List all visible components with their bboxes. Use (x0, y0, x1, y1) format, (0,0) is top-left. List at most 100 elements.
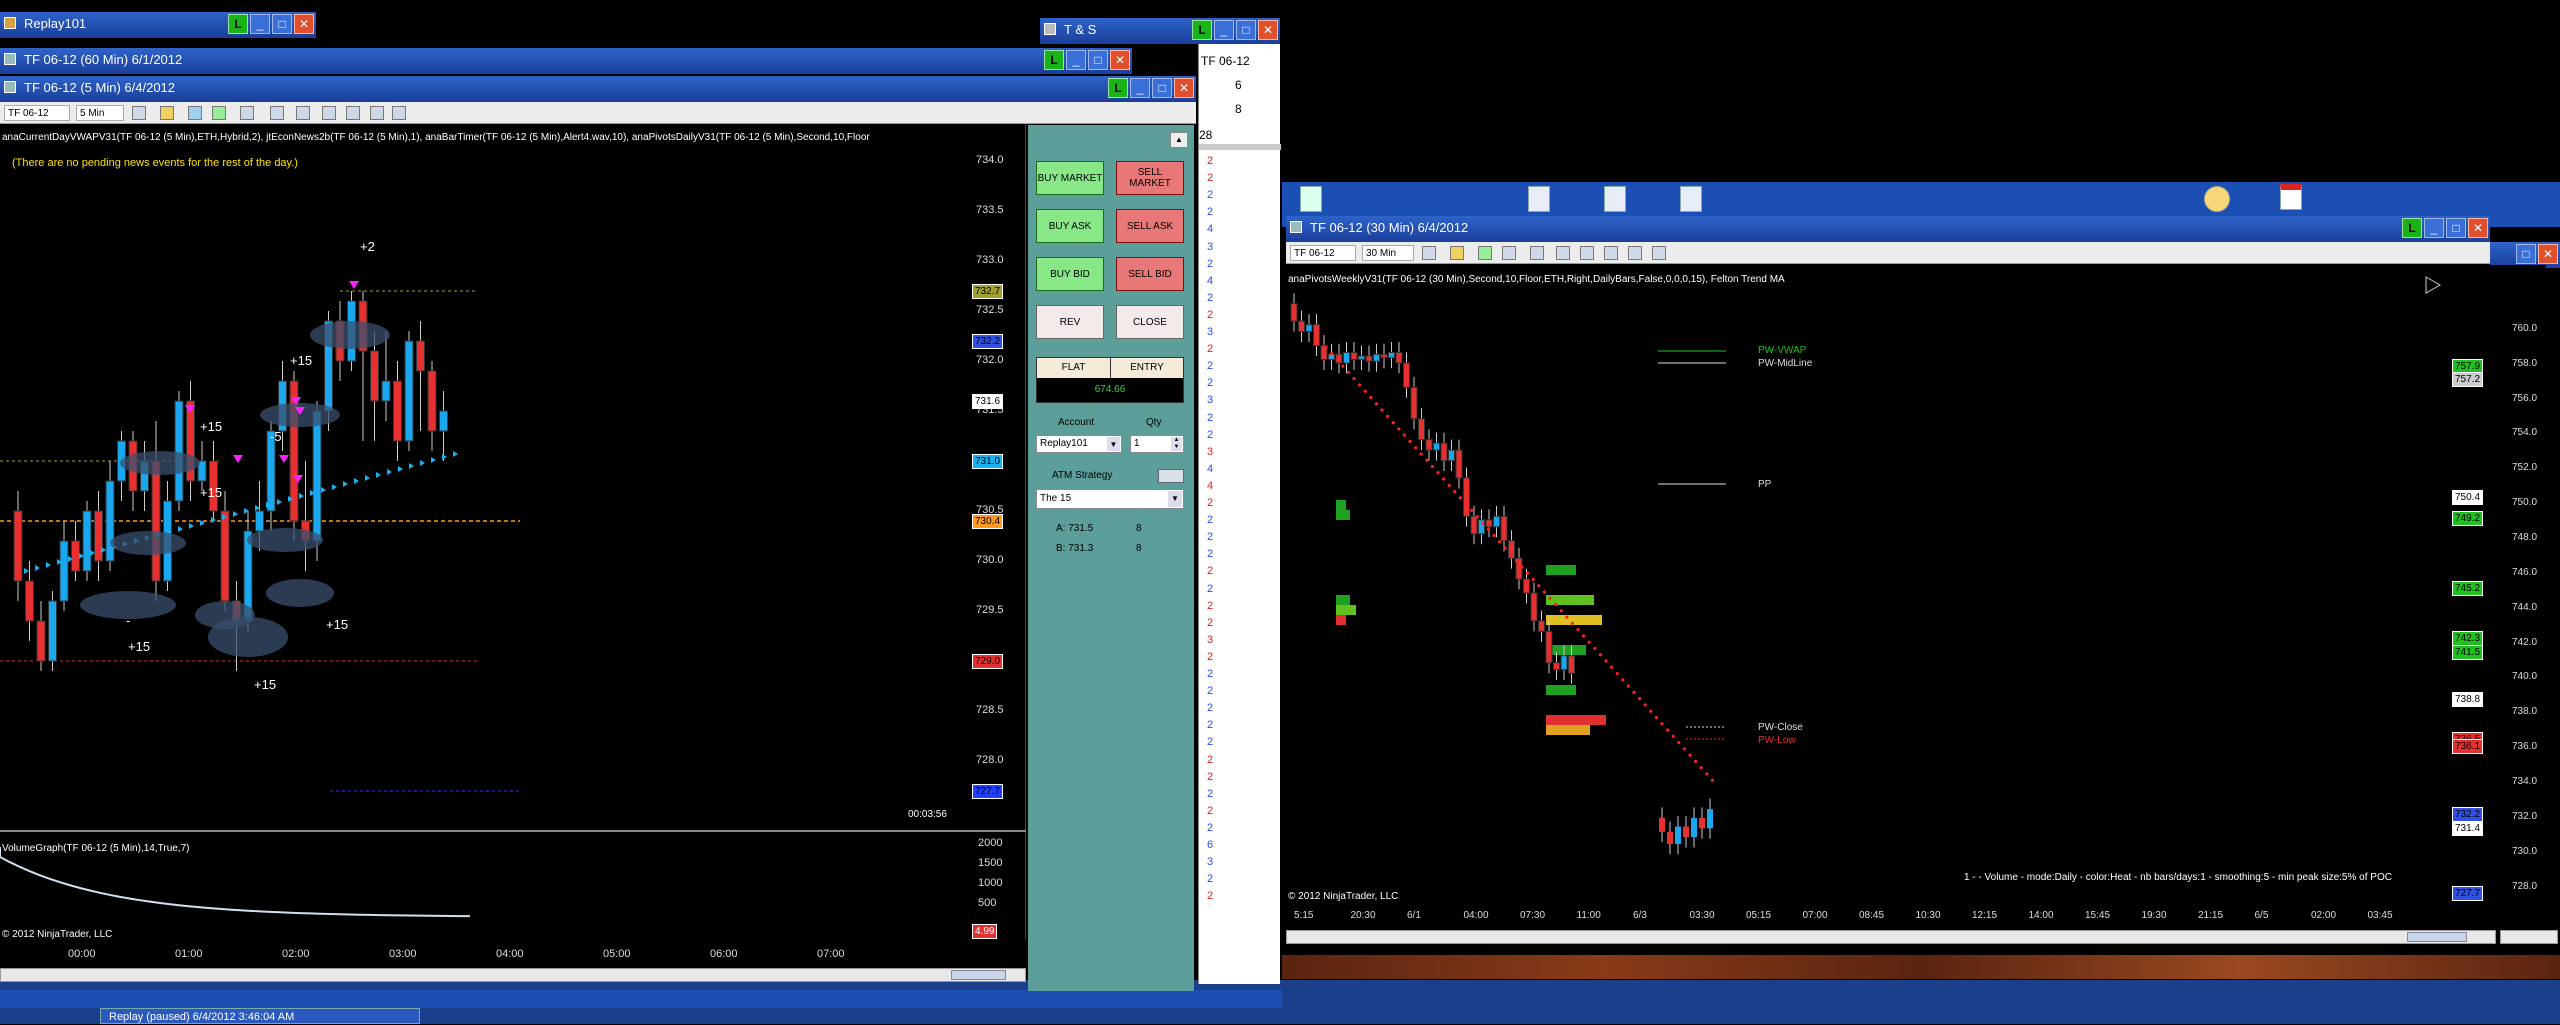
chevron-down-icon[interactable]: ▼ (1168, 491, 1182, 507)
x-tick-label: 6/3 (1633, 910, 1647, 921)
link-button[interactable]: L (1192, 20, 1212, 40)
strategies-icon[interactable] (1604, 246, 1618, 260)
horizontal-scrollbar[interactable] (0, 968, 1026, 982)
indicators-icon[interactable] (322, 106, 336, 120)
candle (1350, 352, 1358, 360)
properties-icon[interactable] (1556, 246, 1570, 260)
strategies-icon[interactable] (346, 106, 360, 120)
minimize-icon[interactable]: _ (1130, 78, 1150, 98)
pencil-icon[interactable] (160, 106, 174, 120)
bar-type-icon[interactable] (132, 106, 146, 120)
buy-ask-button[interactable]: BUY ASK (1036, 209, 1104, 243)
close-icon[interactable]: ✕ (294, 14, 314, 34)
chart-toolbar-5min: TF 06-12 5 Min (0, 102, 1196, 124)
link-button[interactable]: L (228, 14, 248, 34)
draw-icon[interactable] (1478, 246, 1492, 260)
maximize-icon[interactable]: □ (1236, 20, 1256, 40)
link-button[interactable]: L (2402, 218, 2422, 238)
instrument-selector[interactable]: TF 06-12 (4, 105, 70, 121)
pencil-icon[interactable] (1450, 246, 1464, 260)
close-icon[interactable]: ✕ (2538, 244, 2558, 264)
maximize-icon[interactable]: □ (2516, 244, 2536, 264)
trend-ma-dot (1391, 420, 1395, 425)
interval-selector[interactable]: 5 Min (76, 105, 124, 121)
chevron-down-icon[interactable]: ▼ (1107, 437, 1120, 451)
chart-panel-30min[interactable]: anaPivotsWeeklyV31(TF 06-12 (30 Min),Sec… (1286, 265, 2546, 929)
draw-icon[interactable] (188, 106, 202, 120)
template-icon[interactable] (392, 106, 406, 120)
vwap-dot (46, 562, 51, 568)
qty-stepper[interactable]: 1 ▲ ▼ (1130, 435, 1184, 453)
ts-window-titlebar[interactable]: T & S L _ □ ✕ (1040, 18, 1280, 44)
ts-row: 2 (1207, 411, 1214, 424)
chart-panel-5min[interactable]: anaCurrentDayVWAPV31(TF 06-12 (5 Min),ET… (0, 125, 1026, 970)
link-button[interactable]: L (1108, 78, 1128, 98)
desktop-file-icon[interactable] (1528, 186, 1550, 212)
window-60min-titlebar[interactable]: TF 06-12 (60 Min) 6/1/2012 L _ □ ✕ (0, 48, 1132, 74)
maximize-icon[interactable]: □ (272, 14, 292, 34)
properties-icon[interactable] (296, 106, 310, 120)
replay-window-titlebar[interactable]: Replay101 L _ □ ✕ (0, 12, 316, 38)
minimize-icon[interactable]: _ (250, 14, 270, 34)
vwap-dot (321, 487, 326, 493)
desktop-file-icon[interactable] (1680, 186, 1702, 212)
trend-ma-dot (1335, 358, 1339, 362)
sell-bid-button[interactable]: SELL BID (1116, 257, 1184, 291)
color-icon[interactable] (212, 106, 226, 120)
sell-ask-button[interactable]: SELL ASK (1116, 209, 1184, 243)
instrument-selector[interactable]: TF 06-12 (1290, 245, 1356, 261)
candle (1380, 353, 1388, 359)
x-tick-label: 07:00 (817, 948, 845, 960)
chart-trader-icon[interactable] (1652, 246, 1666, 260)
minimize-icon[interactable]: _ (1066, 50, 1086, 70)
minimize-icon[interactable]: _ (2424, 218, 2444, 238)
horizontal-scrollbar-30[interactable] (1286, 930, 2496, 944)
scroll-thumb[interactable] (2407, 932, 2467, 942)
chart-trader-icon[interactable] (370, 106, 384, 120)
trade-marker-ellipse (195, 601, 255, 629)
buy-market-button[interactable]: BUY MARKET (1036, 161, 1104, 195)
panel-collapse-button[interactable]: ▲ (1170, 132, 1188, 148)
ts-top-row: 6 (1235, 78, 1242, 92)
zoom-icon[interactable] (270, 106, 284, 120)
close-icon[interactable]: ✕ (2468, 218, 2488, 238)
cursor-icon[interactable] (1502, 246, 1516, 260)
x-axis-30min: 5:15 20:30 6/1 04:00 07:30 11:00 6/3 03:30 05:15… (1286, 904, 2496, 928)
close-icon[interactable]: ✕ (1174, 78, 1194, 98)
trend-ma-dot (1408, 439, 1412, 443)
interval-selector[interactable]: 30 Min (1362, 245, 1414, 261)
sell-market-button[interactable]: SELL MARKET (1116, 161, 1184, 195)
scroll-thumb[interactable] (951, 970, 1006, 980)
stepper-arrows-icon[interactable]: ▲ ▼ (1171, 437, 1182, 451)
indicators-icon[interactable] (1580, 246, 1594, 260)
close-position-button[interactable]: CLOSE (1116, 305, 1184, 339)
window-30min-titlebar[interactable]: TF 06-12 (30 Min) 6/4/2012 L _ □ ✕ (1286, 216, 2490, 242)
ts-row: 2 (1207, 668, 1214, 680)
bar-type-icon[interactable] (1422, 246, 1436, 260)
cursor-icon[interactable] (240, 106, 254, 120)
template-icon[interactable] (1628, 246, 1642, 260)
buy-bid-button[interactable]: BUY BID (1036, 257, 1104, 291)
atm-strategy-select[interactable]: The 15 ▼ (1036, 489, 1184, 509)
desktop-file-icon[interactable] (1604, 186, 1626, 212)
minimize-icon[interactable]: _ (1214, 20, 1234, 40)
replay-status-bar[interactable]: Replay (paused) 6/4/2012 3:46:04 AM (100, 1008, 420, 1024)
pdf-icon[interactable] (2280, 184, 2302, 210)
close-icon[interactable]: ✕ (1258, 20, 1278, 40)
link-button[interactable]: L (1044, 50, 1064, 70)
maximize-icon[interactable]: □ (1152, 78, 1172, 98)
close-icon[interactable]: ✕ (1110, 50, 1130, 70)
candle (151, 460, 161, 582)
ts-row: 2 (1207, 377, 1214, 390)
volume-profile-bar (1336, 500, 1346, 510)
window-5min-titlebar[interactable]: TF 06-12 (5 Min) 6/4/2012 L _ □ ✕ (0, 76, 1196, 102)
zoom-icon[interactable] (1530, 246, 1544, 260)
maximize-icon[interactable]: □ (1088, 50, 1108, 70)
clock-icon[interactable] (2204, 186, 2230, 212)
recycle-bin-icon[interactable] (1300, 186, 1322, 212)
account-select[interactable]: Replay101 ▼ (1036, 435, 1122, 453)
atm-settings-button[interactable] (1158, 469, 1184, 483)
reverse-button[interactable]: REV (1036, 305, 1104, 339)
maximize-icon[interactable]: □ (2446, 218, 2466, 238)
horizontal-scrollbar-right[interactable] (2500, 930, 2558, 944)
